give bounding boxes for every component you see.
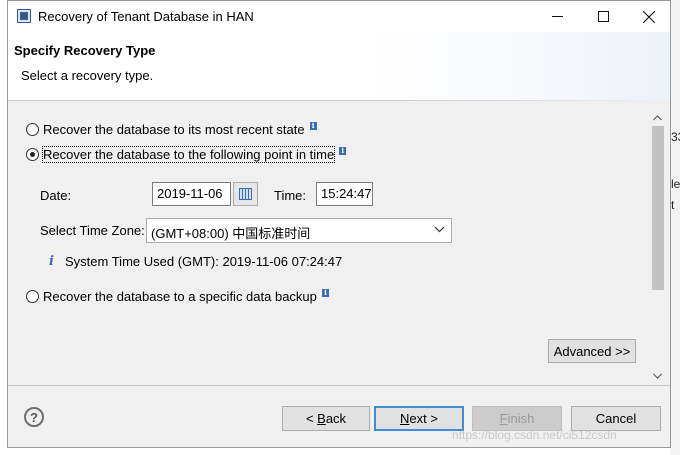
time-label: Time: xyxy=(274,188,307,203)
title-bar[interactable]: Recovery of Tenant Database in HAN xyxy=(8,1,670,32)
back-button[interactable]: < Back xyxy=(282,406,370,431)
calendar-button[interactable] xyxy=(233,182,258,206)
info-icon[interactable]: i xyxy=(339,146,347,155)
page-subtitle: Select a recovery type. xyxy=(21,68,154,83)
advanced-button[interactable]: Advanced >> xyxy=(548,339,636,363)
app-icon xyxy=(17,9,31,23)
radio-button-selected[interactable] xyxy=(26,148,39,161)
minimize-button[interactable] xyxy=(534,1,580,32)
info-icon[interactable]: i xyxy=(321,288,329,297)
page-title: Specify Recovery Type xyxy=(14,43,156,58)
wizard-content: Recover the database to its most recent … xyxy=(8,102,670,386)
radio-button[interactable] xyxy=(26,290,39,303)
chevron-down-icon xyxy=(434,222,445,239)
calendar-icon xyxy=(239,188,252,200)
radio-most-recent-state[interactable]: Recover the database to its most recent … xyxy=(26,121,317,137)
scroll-down-icon[interactable] xyxy=(650,368,665,383)
system-time-info: System Time Used (GMT): 2019-11-06 07:24… xyxy=(65,254,343,269)
next-button[interactable]: Next > xyxy=(374,406,464,431)
date-field[interactable]: 2019-11-06 xyxy=(152,182,231,206)
recovery-dialog: Recovery of Tenant Database in HAN Speci… xyxy=(7,0,671,448)
scroll-up-icon[interactable] xyxy=(650,110,665,125)
maximize-icon xyxy=(597,11,609,22)
background-text-fragment: 33 xyxy=(671,130,680,144)
minimize-icon xyxy=(551,16,563,17)
background-window xyxy=(670,0,680,455)
radio-label: Recover the database to its most recent … xyxy=(43,122,305,137)
vertical-scrollbar[interactable] xyxy=(650,109,665,384)
scrollbar-thumb[interactable] xyxy=(652,126,664,290)
radio-point-in-time[interactable]: Recover the database to the following po… xyxy=(26,146,347,163)
watermark: https://blog.csdn.net/ci512csdn xyxy=(452,428,617,442)
window-title: Recovery of Tenant Database in HAN xyxy=(38,9,254,24)
maximize-button[interactable] xyxy=(580,1,626,32)
radio-button[interactable] xyxy=(26,123,39,136)
info-icon[interactable]: i xyxy=(309,121,317,130)
help-icon[interactable]: ? xyxy=(24,407,44,427)
date-label: Date: xyxy=(40,188,72,203)
close-button[interactable] xyxy=(626,1,672,32)
timezone-select[interactable]: (GMT+08:00) 中国标准时间 xyxy=(146,218,452,243)
timezone-label: Select Time Zone: xyxy=(40,223,145,238)
radio-label: Recover the database to a specific data … xyxy=(43,289,317,304)
radio-specific-data-backup[interactable]: Recover the database to a specific data … xyxy=(26,288,329,304)
close-icon xyxy=(643,10,655,23)
timezone-selected-value: (GMT+08:00) 中国标准时间 xyxy=(151,226,311,241)
radio-label: Recover the database to the following po… xyxy=(41,146,336,163)
background-text-fragment: t xyxy=(671,198,675,212)
info-icon: i xyxy=(49,254,54,269)
time-field[interactable]: 15:24:47 xyxy=(316,182,373,206)
wizard-header: Specify Recovery Type Select a recovery … xyxy=(8,32,670,101)
background-text-fragment: le xyxy=(671,177,680,191)
